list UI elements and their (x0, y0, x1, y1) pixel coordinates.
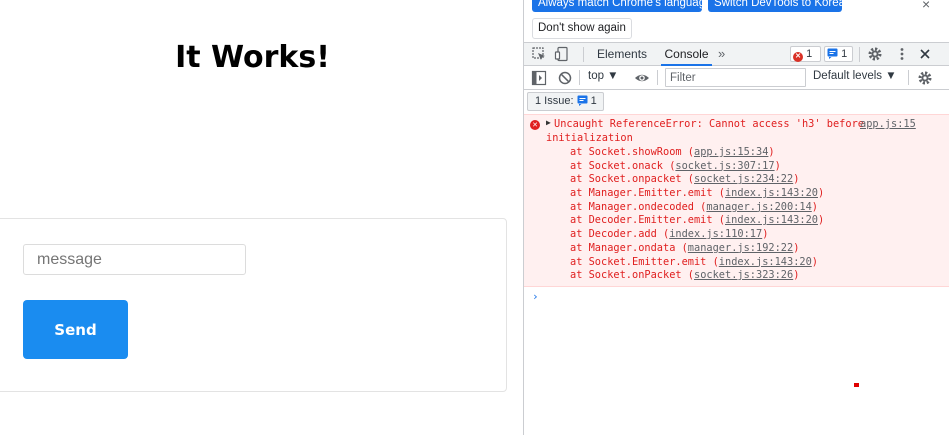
stack-frame: at Socket.onPacket (socket.js:323:26) (570, 269, 800, 282)
message-input[interactable] (23, 244, 246, 275)
gear-icon[interactable] (867, 46, 883, 62)
always-match-language-button[interactable]: Always match Chrome's language (532, 0, 712, 12)
issue-count: 1 (841, 48, 848, 60)
stack-frame-link[interactable]: app.js:15:34 (694, 146, 768, 158)
toolbar-divider (657, 70, 658, 85)
tab-console[interactable]: Console (661, 43, 712, 66)
stack-frame-link[interactable]: index.js:143:20 (725, 214, 818, 226)
stack-frame: at Socket.onack (socket.js:307:17) (570, 159, 781, 172)
console-sidebar-icon[interactable] (531, 70, 547, 86)
message-icon (577, 95, 588, 112)
more-options-icon[interactable] (894, 46, 910, 62)
console-toolbar: top ▼ Default levels ▼ (524, 66, 949, 90)
error-text-continued: initialization (546, 132, 633, 144)
devtools-tab-bar: Elements Console » ✕ 1 1 (524, 42, 949, 66)
error-icon: ✕ (793, 52, 803, 62)
stack-frame: at Decoder.Emitter.emit (index.js:143:20… (570, 214, 825, 227)
toolbar-divider (859, 47, 860, 62)
toolbar-divider (908, 70, 909, 85)
close-icon[interactable] (917, 46, 933, 62)
stack-frame-link[interactable]: manager.js:200:14 (706, 201, 811, 213)
error-count: 1 (806, 48, 813, 60)
console-prompt[interactable]: › (532, 290, 539, 303)
console-error-message: ✕ ▶ Uncaught ReferenceError: Cannot acce… (524, 114, 949, 287)
red-artifact (854, 383, 859, 387)
eye-icon[interactable] (634, 70, 650, 86)
device-toolbar-icon[interactable] (554, 46, 570, 62)
filter-input[interactable] (665, 68, 806, 87)
stack-frame-link[interactable]: socket.js:307:17 (675, 160, 774, 172)
stack-frame: at Manager.Emitter.emit (index.js:143:20… (570, 187, 825, 200)
stack-frame: at Decoder.add (index.js:110:17) (570, 228, 769, 241)
issues-button[interactable]: 1 Issue: 1 (527, 92, 604, 111)
stack-frame: at Socket.showRoom (app.js:15:34) (570, 146, 775, 158)
stack-frame-link[interactable]: index.js:143:20 (725, 187, 818, 199)
issues-bar: 1 Issue: 1 (524, 90, 949, 113)
send-button[interactable]: Send (23, 300, 128, 359)
issue-counter[interactable]: 1 (824, 46, 853, 62)
log-levels-selector[interactable]: Default levels ▼ (813, 70, 897, 82)
page-title: It Works! (175, 40, 330, 75)
context-selector[interactable]: top ▼ (588, 70, 619, 82)
stack-frame-link[interactable]: manager.js:192:22 (688, 242, 793, 254)
dont-show-again-button[interactable]: Don't show again (532, 18, 632, 39)
switch-language-button[interactable]: Switch DevTools to Korean (708, 0, 851, 12)
console-settings-icon[interactable] (917, 70, 933, 86)
stack-frame: at Manager.ondecoded (manager.js:200:14) (570, 200, 818, 213)
stack-trace: at Socket.showRoom (app.js:15:34) at Soc… (570, 146, 824, 283)
message-form-card: Send (0, 218, 507, 392)
error-counter[interactable]: ✕ 1 (790, 46, 821, 62)
issues-count: 1 (590, 95, 597, 107)
inspect-element-icon[interactable] (531, 46, 547, 62)
language-infobar: Always match Chrome's language Switch De… (524, 0, 949, 42)
expand-caret-icon[interactable]: ▶ (546, 118, 551, 127)
stack-frame: at Manager.ondata (manager.js:192:22) (570, 241, 800, 254)
stack-frame-link[interactable]: index.js:143:20 (719, 256, 812, 268)
more-tabs-icon[interactable]: » (718, 43, 725, 66)
web-page: It Works! Send (0, 0, 523, 435)
message-icon (827, 48, 838, 63)
devtools-panel: Always match Chrome's language Switch De… (523, 0, 949, 435)
tab-elements[interactable]: Elements (597, 43, 647, 66)
toolbar-divider (579, 70, 580, 85)
stack-frame: at Socket.Emitter.emit (index.js:143:20) (570, 255, 818, 268)
stack-frame: at Socket.onpacket (socket.js:234:22) (570, 173, 800, 186)
toolbar-divider (583, 47, 584, 62)
stack-frame-link[interactable]: index.js:110:17 (669, 228, 762, 240)
error-icon: ✕ (530, 120, 540, 130)
stack-frame-link[interactable]: socket.js:323:26 (694, 269, 793, 281)
error-source-link[interactable]: app.js:15 (860, 118, 916, 130)
issues-label: 1 Issue: (535, 95, 574, 107)
clear-console-icon[interactable] (557, 70, 573, 86)
error-text: Uncaught ReferenceError: Cannot access '… (554, 118, 864, 130)
stack-frame-link[interactable]: socket.js:234:22 (694, 173, 793, 185)
close-infobar-icon[interactable]: × (922, 0, 930, 12)
